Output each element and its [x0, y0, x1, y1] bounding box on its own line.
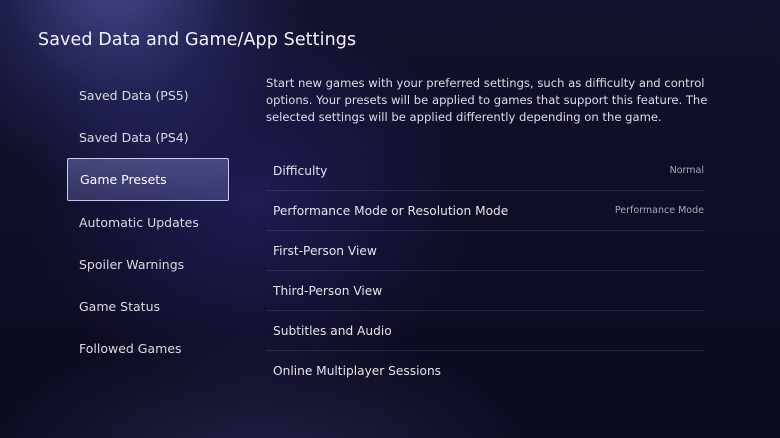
setting-first-person-view[interactable]: First-Person View: [266, 231, 704, 271]
sidebar-item-game-status[interactable]: Game Status: [67, 285, 229, 327]
setting-label: Difficulty: [273, 163, 328, 178]
setting-subtitles-and-audio[interactable]: Subtitles and Audio: [266, 311, 704, 351]
setting-performance-mode[interactable]: Performance Mode or Resolution Mode Perf…: [266, 191, 704, 231]
setting-label: Subtitles and Audio: [273, 323, 392, 338]
sidebar-item-saved-data-ps5[interactable]: Saved Data (PS5): [67, 74, 229, 116]
sidebar: Saved Data (PS5) Saved Data (PS4) Game P…: [67, 74, 229, 369]
sidebar-item-saved-data-ps4[interactable]: Saved Data (PS4): [67, 116, 229, 158]
sidebar-item-spoiler-warnings[interactable]: Spoiler Warnings: [67, 243, 229, 285]
setting-difficulty[interactable]: Difficulty Normal: [266, 151, 704, 191]
sidebar-item-game-presets[interactable]: Game Presets: [67, 158, 229, 201]
page-title: Saved Data and Game/App Settings: [38, 30, 357, 50]
sidebar-item-automatic-updates[interactable]: Automatic Updates: [67, 201, 229, 243]
setting-third-person-view[interactable]: Third-Person View: [266, 271, 704, 311]
setting-value: Performance Mode: [614, 205, 704, 216]
setting-online-multiplayer-sessions[interactable]: Online Multiplayer Sessions: [266, 351, 704, 391]
setting-label: First-Person View: [273, 243, 377, 258]
presets-description: Start new games with your preferred sett…: [266, 76, 708, 124]
setting-label: Online Multiplayer Sessions: [273, 364, 442, 378]
setting-value: Normal: [669, 165, 704, 176]
setting-label: Third-Person View: [273, 283, 383, 298]
settings-list: Difficulty Normal Performance Mode or Re…: [266, 151, 704, 391]
setting-label: Performance Mode or Resolution Mode: [273, 203, 509, 218]
sidebar-item-followed-games[interactable]: Followed Games: [67, 327, 229, 369]
